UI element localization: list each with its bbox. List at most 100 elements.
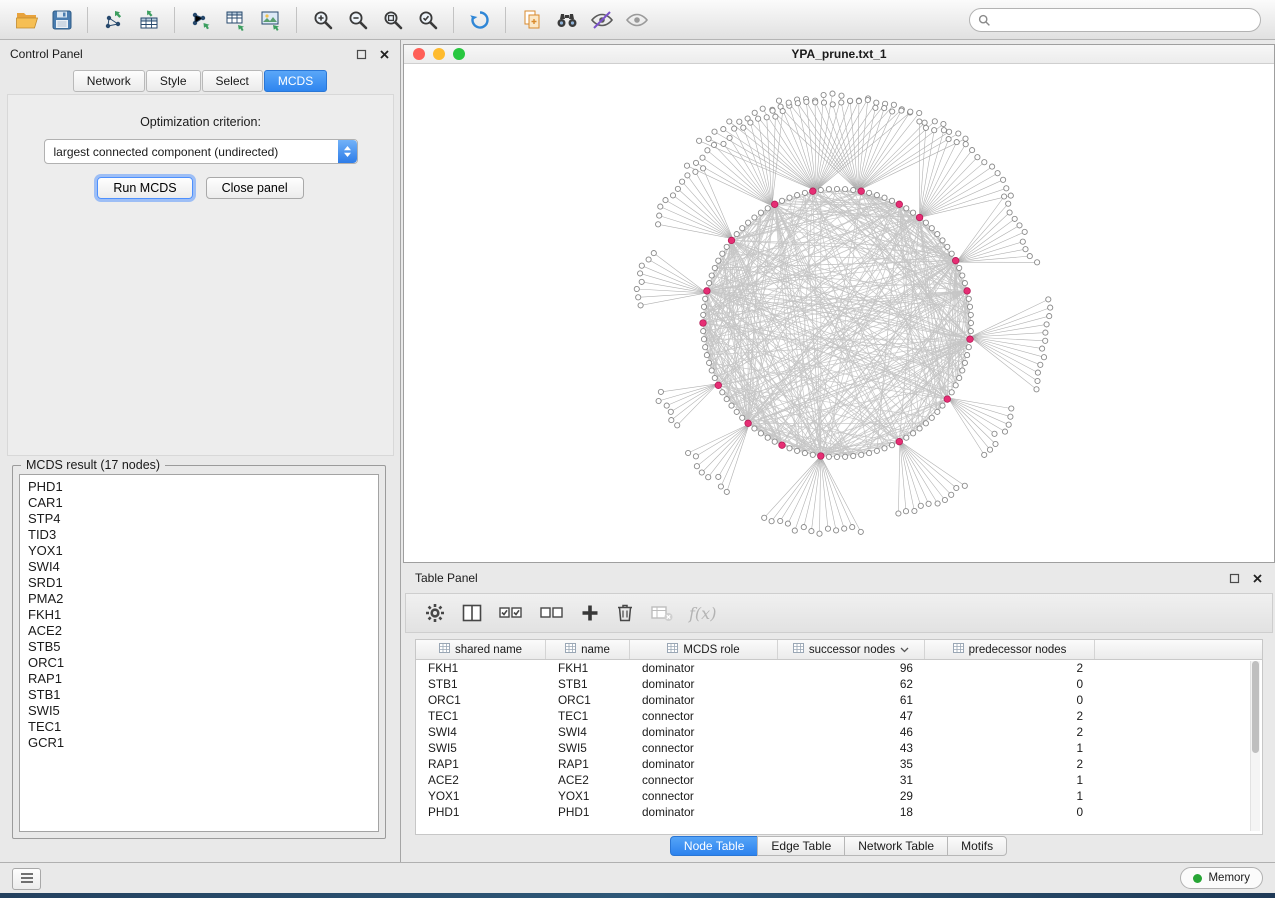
column-grid-icon (953, 643, 964, 656)
table-cell: dominator (630, 661, 778, 675)
mcds-result-item[interactable]: YOX1 (28, 543, 378, 559)
table-cell: ORC1 (546, 693, 630, 707)
window-minimize-icon[interactable] (433, 48, 445, 60)
tab-edge-table[interactable]: Edge Table (757, 836, 845, 856)
mcds-result-item[interactable]: FKH1 (28, 607, 378, 623)
mcds-result-item[interactable]: ACE2 (28, 623, 378, 639)
column-header-name[interactable]: name (546, 640, 630, 659)
tab-network-table[interactable]: Network Table (844, 836, 948, 856)
column-header-predecessor-nodes[interactable]: predecessor nodes (925, 640, 1095, 659)
close-panel-button[interactable]: Close panel (206, 177, 304, 199)
column-header-MCDS-role[interactable]: MCDS role (630, 640, 778, 659)
table-row[interactable]: RAP1RAP1dominator352 (416, 756, 1262, 772)
toolbar-separator (174, 7, 175, 33)
close-table-panel-icon[interactable] (1251, 572, 1263, 584)
mcds-result-item[interactable]: PHD1 (28, 479, 378, 495)
table-cell: YOX1 (546, 789, 630, 803)
tab-motifs[interactable]: Motifs (947, 836, 1007, 856)
scrollbar-thumb[interactable] (1252, 661, 1259, 753)
table-row[interactable]: YOX1YOX1connector291 (416, 788, 1262, 804)
mcds-result-title: MCDS result (17 nodes) (21, 458, 165, 472)
float-panel-icon[interactable] (355, 48, 367, 60)
duplicate-network-button[interactable] (515, 5, 548, 35)
network-window-titlebar[interactable]: YPA_prune.txt_1 (404, 45, 1274, 64)
find-button[interactable] (550, 5, 583, 35)
mcds-result-item[interactable]: ORC1 (28, 655, 378, 671)
mcds-result-item[interactable]: GCR1 (28, 735, 378, 751)
window-zoom-icon[interactable] (453, 48, 465, 60)
tab-network[interactable]: Network (73, 70, 145, 92)
show-all-button[interactable] (620, 5, 653, 35)
table-scrollbar[interactable] (1250, 661, 1260, 831)
zoom-selected-button[interactable] (411, 5, 444, 35)
save-session-button[interactable] (45, 5, 78, 35)
mcds-result-item[interactable]: STB5 (28, 639, 378, 655)
import-network-button[interactable] (97, 5, 130, 35)
mcds-result-item[interactable]: SRD1 (28, 575, 378, 591)
mcds-result-item[interactable]: PMA2 (28, 591, 378, 607)
table-row[interactable]: SWI5SWI5connector431 (416, 740, 1262, 756)
tab-mcds[interactable]: MCDS (264, 70, 327, 92)
tab-node-table[interactable]: Node Table (670, 836, 759, 856)
table-row[interactable]: FKH1FKH1dominator962 (416, 660, 1262, 676)
table-row[interactable]: SWI4SWI4dominator462 (416, 724, 1262, 740)
export-image-button[interactable] (254, 5, 287, 35)
table-row[interactable]: PHD1PHD1dominator180 (416, 804, 1262, 820)
toolbar-separator (505, 7, 506, 33)
unselect-all-icon[interactable] (539, 602, 565, 624)
window-close-icon[interactable] (413, 48, 425, 60)
memory-status-icon (1193, 874, 1202, 883)
mcds-result-item[interactable]: RAP1 (28, 671, 378, 687)
table-row[interactable]: ORC1ORC1dominator610 (416, 692, 1262, 708)
network-canvas[interactable] (404, 63, 1274, 562)
memory-button[interactable]: Memory (1180, 867, 1263, 889)
refresh-view-button[interactable] (463, 5, 496, 35)
table-cell: dominator (630, 677, 778, 691)
mcds-result-item[interactable]: TEC1 (28, 719, 378, 735)
mcds-result-item[interactable]: SWI4 (28, 559, 378, 575)
export-network-button[interactable] (184, 5, 217, 35)
table-settings-icon[interactable] (424, 602, 446, 624)
table-cell: SWI4 (416, 725, 546, 739)
table-row[interactable]: ACE2ACE2connector311 (416, 772, 1262, 788)
column-header-shared-name[interactable]: shared name (416, 640, 546, 659)
table-cell: 1 (925, 741, 1095, 755)
hide-selection-button[interactable] (585, 5, 618, 35)
table-panel-header: Table Panel (403, 565, 1275, 591)
memory-label: Memory (1208, 872, 1250, 884)
sort-chevron-icon (900, 644, 909, 656)
export-table-button[interactable] (219, 5, 252, 35)
column-header-successor-nodes[interactable]: successor nodes (778, 640, 925, 659)
table-cell: connector (630, 789, 778, 803)
zoom-in-button[interactable] (306, 5, 339, 35)
delete-rows-icon[interactable] (615, 602, 635, 624)
table-row[interactable]: TEC1TEC1connector472 (416, 708, 1262, 724)
import-table-button[interactable] (132, 5, 165, 35)
show-panels-button[interactable] (12, 868, 41, 890)
table-toolbar: f(x) (405, 593, 1273, 633)
float-table-panel-icon[interactable] (1228, 572, 1240, 584)
zoom-out-icon (347, 9, 369, 31)
tab-style[interactable]: Style (146, 70, 201, 92)
optimization-criterion-select[interactable]: largest connected component (undirected) (44, 139, 358, 164)
mcds-result-item[interactable]: SWI5 (28, 703, 378, 719)
mcds-result-item[interactable]: CAR1 (28, 495, 378, 511)
close-panel-icon[interactable] (378, 48, 390, 60)
open-file-button[interactable] (10, 5, 43, 35)
table-row[interactable]: STB1STB1dominator620 (416, 676, 1262, 692)
search-input[interactable] (969, 8, 1261, 32)
column-header-filler (1095, 640, 1262, 659)
zoom-out-button[interactable] (341, 5, 374, 35)
mcds-result-list[interactable]: PHD1CAR1STP4TID3YOX1SWI4SRD1PMA2FKH1ACE2… (19, 474, 379, 832)
run-mcds-button[interactable]: Run MCDS (97, 177, 192, 199)
mcds-result-item[interactable]: STB1 (28, 687, 378, 703)
clear-table-icon (650, 602, 674, 624)
mcds-result-item[interactable]: TID3 (28, 527, 378, 543)
show-columns-icon[interactable] (461, 602, 483, 624)
mcds-result-item[interactable]: STP4 (28, 511, 378, 527)
add-row-icon[interactable] (580, 603, 600, 623)
tab-select[interactable]: Select (202, 70, 263, 92)
zoom-fit-button[interactable] (376, 5, 409, 35)
duplicate-network-icon (521, 9, 543, 31)
select-all-icon[interactable] (498, 602, 524, 624)
